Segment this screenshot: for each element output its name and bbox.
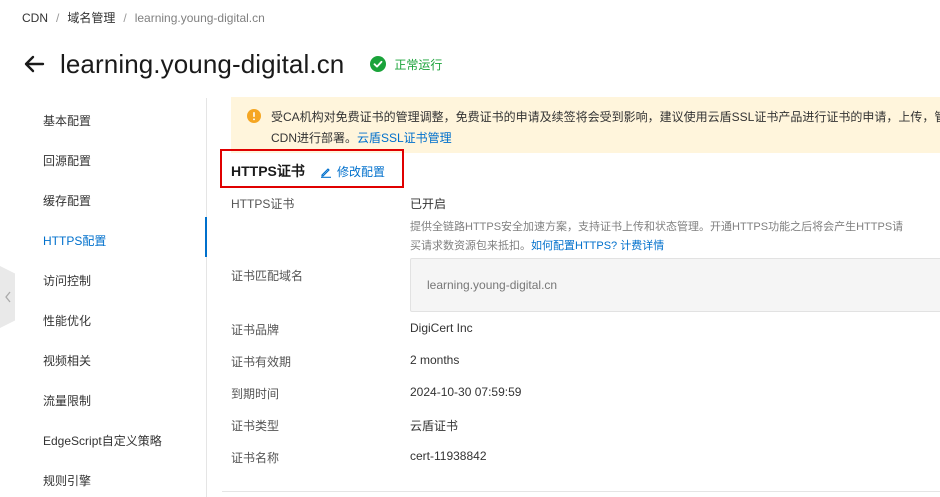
- ssl-cert-management-link[interactable]: 云盾SSL证书管理: [357, 131, 452, 145]
- label-cert-brand: 证书品牌: [231, 323, 280, 337]
- value-cert-type: 云盾证书: [410, 419, 459, 433]
- breadcrumb-separator: /: [56, 10, 60, 25]
- value-cert-validity: 2 months: [410, 353, 460, 367]
- sidebar-item-video[interactable]: 视频相关: [43, 352, 91, 369]
- sidebar-item-origin-config[interactable]: 回源配置: [43, 152, 91, 169]
- sidebar-active-indicator: [205, 217, 207, 257]
- billing-details-link[interactable]: 计费详情: [620, 240, 664, 252]
- edit-icon: [321, 167, 331, 178]
- notice-line-1: 受CA机构对免费证书的管理调整，免费证书的申请及续签将会受到影响，建议使用云盾S…: [271, 110, 940, 124]
- how-to-configure-https-link[interactable]: 如何配置HTTPS?: [531, 240, 617, 252]
- warning-icon: [247, 109, 261, 123]
- label-cert-validity: 证书有效期: [231, 355, 292, 369]
- section-divider: [222, 491, 940, 492]
- sidebar-item-cache-config[interactable]: 缓存配置: [43, 192, 91, 209]
- notice-line-2: CDN进行部署。: [271, 131, 357, 145]
- arrow-left-icon[interactable]: [22, 51, 48, 77]
- label-cert-name: 证书名称: [231, 451, 280, 465]
- status-badge: 正常运行: [370, 56, 442, 73]
- breadcrumb-domain-management[interactable]: 域名管理: [67, 9, 115, 26]
- sidebar-nav: 基本配置 回源配置 缓存配置 HTTPS配置 访问控制 性能优化 视频相关 流量…: [0, 98, 207, 497]
- description-line-1: 提供全链路HTTPS安全加速方案，支持证书上传和状态管理。开通HTTPS功能之后…: [410, 221, 904, 233]
- label-https-cert: HTTPS证书: [231, 197, 295, 211]
- sidebar-item-traffic-limit[interactable]: 流量限制: [43, 392, 91, 409]
- notice-banner: 受CA机构对免费证书的管理调整，免费证书的申请及续签将会受到影响，建议使用云盾S…: [231, 97, 940, 153]
- check-circle-icon: [370, 56, 387, 72]
- value-https-cert: 已开启: [410, 197, 447, 211]
- section-title-https-cert: HTTPS证书: [231, 163, 305, 179]
- status-text: 正常运行: [394, 57, 443, 72]
- notice-text: 受CA机构对免费证书的管理调整，免费证书的申请及续签将会受到影响，建议使用云盾S…: [271, 107, 940, 149]
- description-line-2: 买请求数资源包来抵扣。: [410, 240, 531, 252]
- sidebar-collapse-handle[interactable]: [0, 266, 15, 328]
- label-expiry-time: 到期时间: [231, 387, 280, 401]
- page-header: learning.young-digital.cn 正常运行: [22, 44, 442, 84]
- sidebar-item-basic-config[interactable]: 基本配置: [43, 112, 91, 129]
- sidebar-item-edgescript[interactable]: EdgeScript自定义策略: [43, 432, 162, 449]
- label-cert-type: 证书类型: [231, 419, 280, 433]
- breadcrumb: CDN / 域名管理 / learning.young-digital.cn: [22, 9, 265, 26]
- match-domain-value: learning.young-digital.cn: [427, 278, 558, 292]
- breadcrumb-current-domain: learning.young-digital.cn: [134, 10, 265, 25]
- breadcrumb-separator: /: [123, 10, 127, 25]
- match-domain-field: learning.young-digital.cn: [410, 258, 940, 312]
- page-title: learning.young-digital.cn: [60, 48, 345, 79]
- value-cert-name: cert-11938842: [410, 449, 487, 463]
- edit-config-label: 修改配置: [337, 165, 386, 179]
- breadcrumb-cdn[interactable]: CDN: [22, 11, 48, 25]
- value-expiry-time: 2024-10-30 07:59:59: [410, 385, 522, 399]
- edit-config-button[interactable]: 修改配置: [320, 163, 385, 180]
- chevron-left-icon: [4, 291, 11, 303]
- sidebar-item-rules-engine[interactable]: 规则引擎: [43, 472, 91, 489]
- https-description: 提供全链路HTTPS安全加速方案，支持证书上传和状态管理。开通HTTPS功能之后…: [410, 218, 940, 256]
- sidebar-item-performance[interactable]: 性能优化: [43, 312, 91, 329]
- sidebar-item-access-control[interactable]: 访问控制: [43, 272, 91, 289]
- label-match-domain: 证书匹配域名: [231, 269, 304, 283]
- sidebar-item-https-config[interactable]: HTTPS配置: [43, 232, 106, 249]
- value-cert-brand: DigiCert Inc: [410, 321, 473, 335]
